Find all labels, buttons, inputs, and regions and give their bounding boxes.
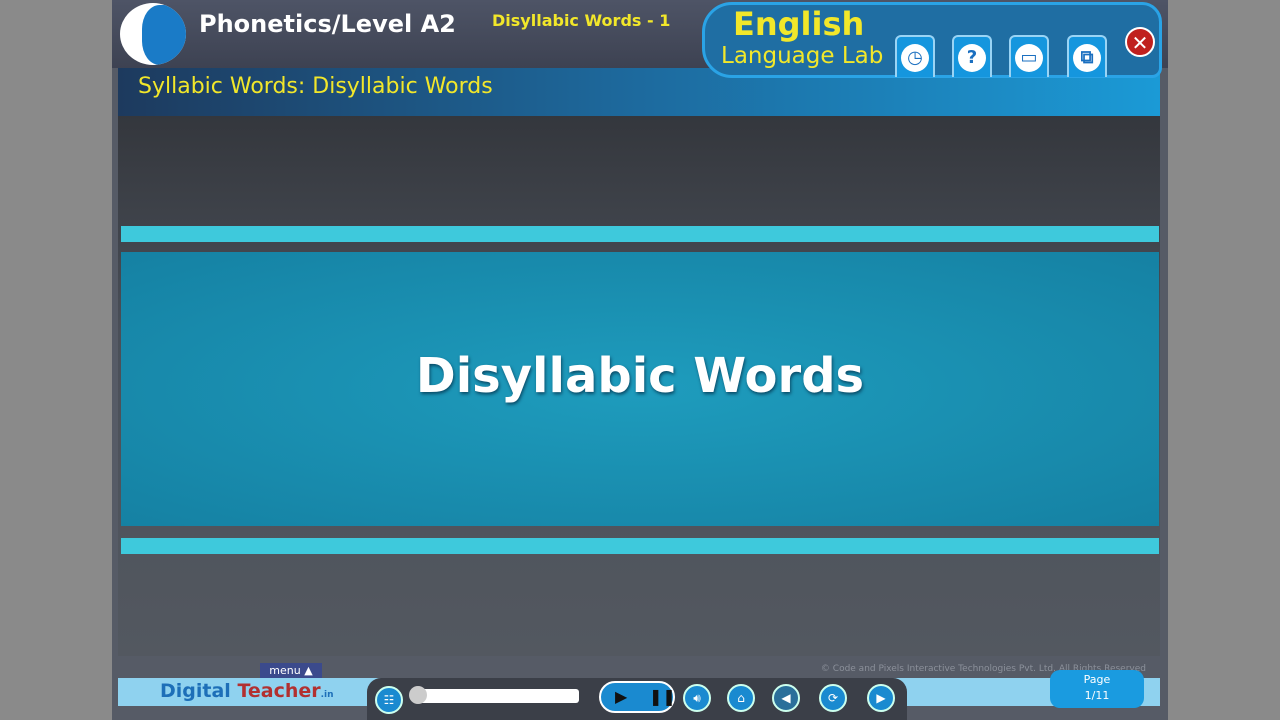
window-button[interactable]: ⧉ bbox=[1067, 35, 1107, 77]
logo-suffix: .in bbox=[320, 690, 334, 700]
page-indicator: Page 1/11 bbox=[1050, 670, 1144, 708]
book-icon: ▭ bbox=[1015, 44, 1043, 72]
window-icon: ⧉ bbox=[1073, 44, 1101, 72]
brand-panel: English Language Lab ◷ ? ▭ ⧉ ✕ bbox=[702, 2, 1162, 78]
close-icon: ✕ bbox=[1131, 31, 1149, 55]
page-label: Page bbox=[1083, 673, 1111, 686]
glossary-button[interactable]: ▭ bbox=[1009, 35, 1049, 77]
folder-clock-icon: ◷ bbox=[901, 44, 929, 72]
phonetics-logo bbox=[120, 3, 186, 65]
digital-teacher-logo: Digital Teacher.in bbox=[160, 680, 334, 702]
help-icon: ? bbox=[958, 44, 986, 72]
logo-text-1: Digital bbox=[160, 680, 231, 702]
menu-button[interactable]: menu ▲ bbox=[260, 663, 322, 678]
folder-button[interactable]: ◷ bbox=[895, 35, 935, 77]
brand-language-lab: Language Lab bbox=[721, 43, 884, 69]
slide-banner: Disyllabic Words bbox=[121, 252, 1159, 526]
course-title: Phonetics/Level A2 bbox=[199, 10, 456, 38]
sitemap-button[interactable]: ☷ bbox=[375, 686, 403, 714]
logo-text-2: Teacher bbox=[230, 680, 321, 702]
next-button[interactable]: ▶ bbox=[867, 684, 895, 712]
app-window: Phonetics/Level A2 Disyllabic Words - 1 … bbox=[112, 0, 1168, 720]
seek-slider[interactable] bbox=[409, 686, 579, 704]
top-stripe bbox=[121, 226, 1159, 242]
previous-icon: ◀ bbox=[781, 691, 791, 705]
seek-handle[interactable] bbox=[409, 686, 427, 704]
slide-stage: Disyllabic Words bbox=[118, 116, 1160, 656]
section-title: Syllabic Words: Disyllabic Words bbox=[138, 74, 493, 99]
player-controls: ☷ ▶ ❚❚ 🔊︎ ⌂ ◀ ⟳ ▶ bbox=[367, 678, 907, 720]
pause-button[interactable]: ❚❚ bbox=[649, 683, 676, 711]
replay-button[interactable]: ⟳ bbox=[819, 684, 847, 712]
slide-heading: Disyllabic Words bbox=[415, 348, 865, 404]
page-number: 1/11 bbox=[1084, 689, 1110, 702]
bottom-stripe bbox=[121, 538, 1159, 554]
play-button[interactable]: ▶ bbox=[615, 683, 627, 711]
speaker-icon: 🔊︎ bbox=[693, 691, 701, 705]
brand-english: English bbox=[733, 5, 865, 43]
help-button[interactable]: ? bbox=[952, 35, 992, 77]
volume-button[interactable]: 🔊︎ bbox=[683, 684, 711, 712]
replay-icon: ⟳ bbox=[827, 691, 839, 705]
close-button[interactable]: ✕ bbox=[1125, 27, 1155, 57]
home-icon: ⌂ bbox=[737, 691, 745, 705]
previous-button[interactable]: ◀ bbox=[772, 684, 800, 712]
home-button[interactable]: ⌂ bbox=[727, 684, 755, 712]
play-pause-group: ▶ ❚❚ bbox=[599, 681, 676, 713]
sitemap-icon: ☷ bbox=[383, 693, 395, 707]
lesson-title: Disyllabic Words - 1 bbox=[492, 11, 671, 30]
next-icon: ▶ bbox=[876, 691, 886, 705]
